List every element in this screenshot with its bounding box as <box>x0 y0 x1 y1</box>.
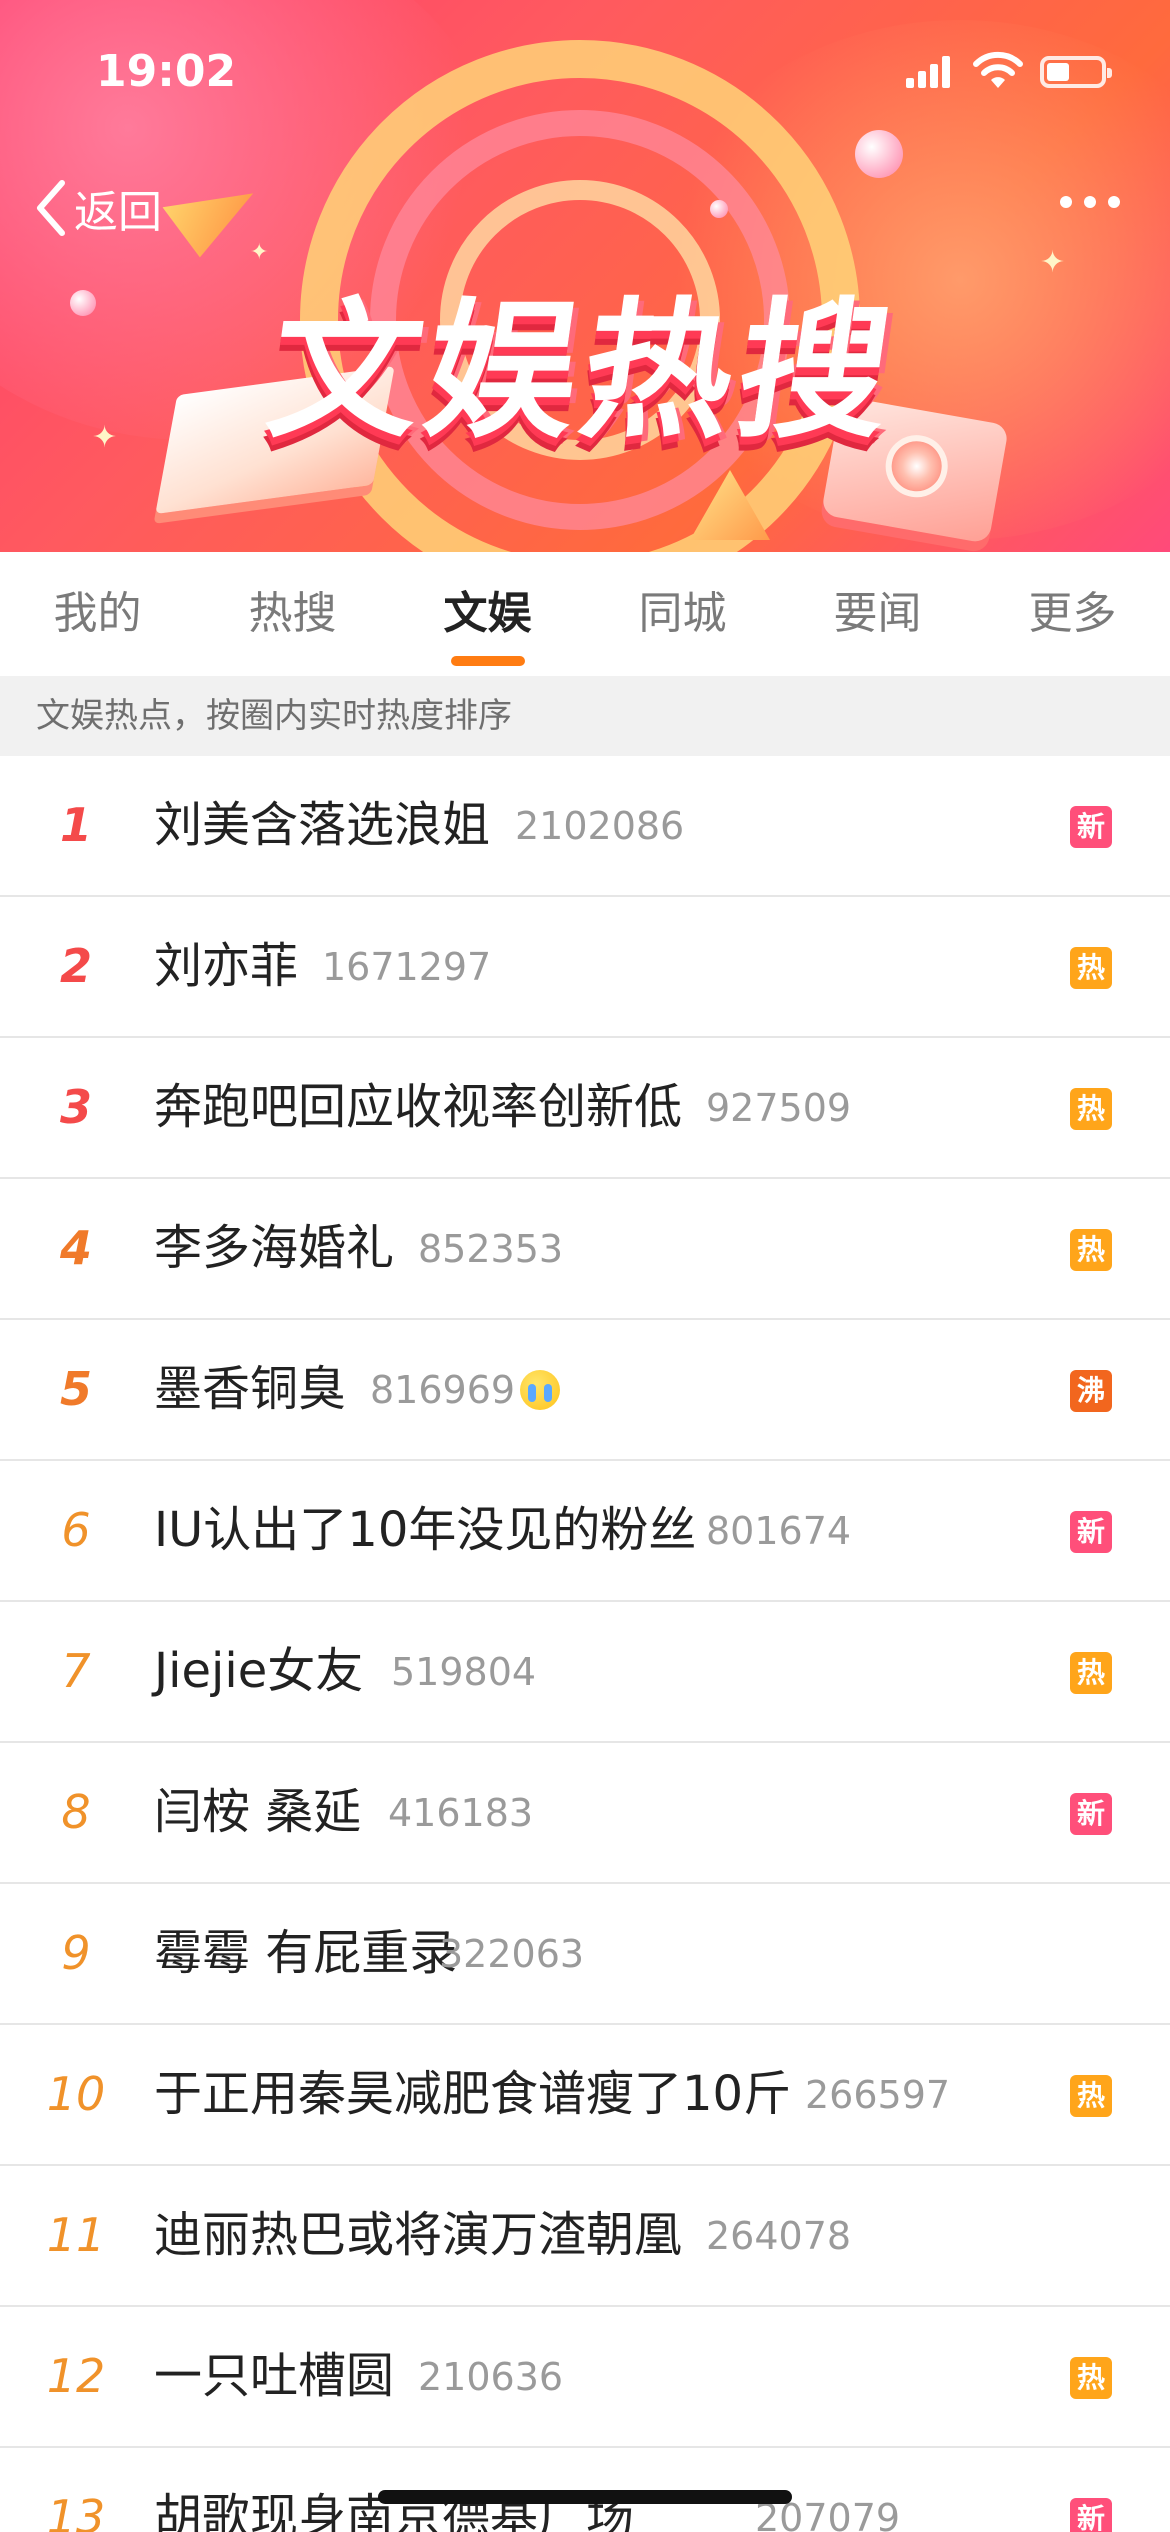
topic-title: 李多海婚礼 <box>154 1220 395 1276</box>
heat-count: 2102086 <box>515 804 685 848</box>
heat-count: 322063 <box>439 1932 585 1976</box>
status-badge: 热 <box>1070 1652 1112 1694</box>
rank-number: 8 <box>61 1785 91 1839</box>
list-item[interactable]: 3 奔跑吧回应收视率创新低 927509 热 <box>0 1038 1170 1179</box>
rank-number: 3 <box>59 1080 92 1134</box>
heat-count: 1671297 <box>322 945 492 989</box>
heat-count: 816969 <box>370 1368 516 1412</box>
list-item[interactable]: 6 IU认出了10年没见的粉丝 801674 新 <box>0 1461 1170 1602</box>
chevron-left-icon <box>37 180 65 236</box>
status-time: 19:02 <box>96 46 237 97</box>
home-indicator <box>378 2490 792 2504</box>
topic-title: 于正用秦昊减肥食谱瘦了10斤 <box>154 2066 792 2122</box>
heat-count: 264078 <box>706 2214 852 2258</box>
rank-number: 2 <box>59 939 92 993</box>
status-badge: 新 <box>1070 2498 1112 2532</box>
topic-title: 奔跑吧回应收视率创新低 <box>154 1079 683 1135</box>
topic-title: Jiejie女友 <box>154 1643 364 1699</box>
rank-number: 12 <box>46 2349 106 2403</box>
status-badge: 热 <box>1070 1229 1112 1271</box>
tab-local[interactable]: 同城 <box>585 552 780 676</box>
list-item[interactable]: 4 李多海婚礼 852353 热 <box>0 1179 1170 1320</box>
tab-news[interactable]: 要闻 <box>780 552 975 676</box>
topic-title: 刘美含落选浪姐 <box>154 797 491 853</box>
topic-title: 迪丽热巴或将演万渣朝凰 <box>154 2207 683 2263</box>
list-item[interactable]: 10 于正用秦昊减肥食谱瘦了10斤 266597 热 <box>0 2025 1170 2166</box>
heat-count: 852353 <box>418 1227 564 1271</box>
heat-count: 519804 <box>391 1650 537 1694</box>
heat-count: 210636 <box>418 2355 564 2399</box>
rank-number: 11 <box>46 2208 106 2262</box>
back-button[interactable]: 返回 <box>30 176 162 240</box>
more-options-icon[interactable] <box>1060 196 1120 208</box>
banner-bubble <box>710 200 728 218</box>
rank-number: 6 <box>61 1503 91 1557</box>
list-item[interactable]: 1 刘美含落选浪姐 2102086 新 <box>0 756 1170 897</box>
list-item[interactable]: 5 墨香铜臭 816969 沸 <box>0 1320 1170 1461</box>
tab-more[interactable]: 更多 <box>975 552 1170 676</box>
rank-number: 10 <box>46 2067 106 2121</box>
banner-title: 文娱热搜 <box>258 285 908 459</box>
status-badge: 新 <box>1070 806 1112 848</box>
topic-title: 刘亦菲 <box>154 938 299 994</box>
status-badge: 新 <box>1070 1511 1112 1553</box>
heat-count: 801674 <box>706 1509 852 1553</box>
topic-title: 一只吐槽圆 <box>154 2348 395 2404</box>
wifi-icon <box>973 51 1023 88</box>
back-label: 返回 <box>74 187 162 238</box>
status-badge: 热 <box>1070 2357 1112 2399</box>
header-banner: ✦ ✦ ✦ 文娱热搜 19:02 返回 <box>0 0 1170 552</box>
list-item[interactable]: 8 闫桉 桑延 416183 新 <box>0 1743 1170 1884</box>
topic-title: 闫桉 桑延 <box>154 1784 362 1840</box>
heat-count: 266597 <box>805 2073 951 2117</box>
cellular-signal-icon <box>906 54 952 88</box>
tab-hot-search[interactable]: 热搜 <box>195 552 390 676</box>
tab-entertainment[interactable]: 文娱 <box>390 552 585 676</box>
rank-number: 9 <box>61 1926 91 1980</box>
hot-search-list: 1 刘美含落选浪姐 2102086 新 2 刘亦菲 1671297 热 3 奔跑吧回应收视率创新低… <box>0 756 1170 2532</box>
heat-count: 927509 <box>706 1086 852 1130</box>
heat-count: 416183 <box>388 1791 534 1835</box>
banner-bubble <box>855 130 903 178</box>
battery-icon <box>1040 56 1112 88</box>
status-badge: 热 <box>1070 1088 1112 1130</box>
topic-title: 霉霉 有屁重录 <box>154 1925 458 1981</box>
status-badge: 热 <box>1070 2075 1112 2117</box>
rank-number: 7 <box>61 1644 91 1698</box>
crying-face-icon <box>520 1370 560 1410</box>
tab-mine[interactable]: 我的 <box>0 552 195 676</box>
category-tabs: 我的 热搜 文娱 同城 要闻 更多 <box>0 552 1170 676</box>
rank-number: 5 <box>59 1362 92 1416</box>
topic-title: 墨香铜臭 <box>154 1361 347 1417</box>
status-badge: 沸 <box>1070 1370 1112 1412</box>
list-item[interactable]: 12 一只吐槽圆 210636 热 <box>0 2307 1170 2448</box>
list-description: 文娱热点，按圈内实时热度排序 <box>0 676 1170 756</box>
list-item[interactable]: 7 Jiejie女友 519804 热 <box>0 1602 1170 1743</box>
rank-number: 13 <box>46 2490 106 2532</box>
status-badge: 热 <box>1070 947 1112 989</box>
list-item[interactable]: 9 霉霉 有屁重录 322063 <box>0 1884 1170 2025</box>
topic-title: IU认出了10年没见的粉丝 <box>154 1502 697 1558</box>
rank-number: 4 <box>59 1221 92 1275</box>
rank-number: 1 <box>59 798 92 852</box>
list-item[interactable]: 2 刘亦菲 1671297 热 <box>0 897 1170 1038</box>
list-item[interactable]: 11 迪丽热巴或将演万渣朝凰 264078 <box>0 2166 1170 2307</box>
status-badge: 新 <box>1070 1793 1112 1835</box>
